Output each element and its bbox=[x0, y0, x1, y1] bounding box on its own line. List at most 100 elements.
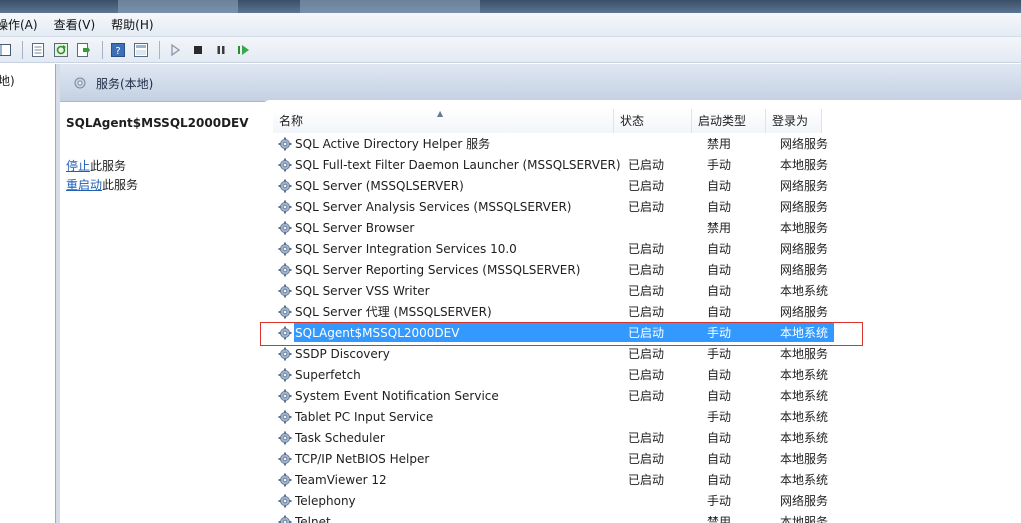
column-header-status[interactable]: 状态 bbox=[614, 109, 692, 133]
service-start-type: 自动 bbox=[707, 473, 732, 487]
service-row[interactable]: SQLAgent$MSSQL2000DEV 已启动 手动 本地系统 bbox=[262, 322, 1021, 343]
service-gear-icon bbox=[277, 304, 293, 320]
service-row[interactable]: Superfetch 已启动 自动 本地系统 bbox=[262, 364, 1021, 385]
svg-text:?: ? bbox=[115, 46, 120, 57]
service-name: Task Scheduler bbox=[295, 430, 385, 445]
service-start-type: 自动 bbox=[707, 179, 732, 193]
service-row[interactable]: TeamViewer 12 已启动 自动 本地系统 bbox=[262, 469, 1021, 490]
services-list: ▲ 名称 状态 启动类型 登录为 SQL Active Directory He… bbox=[262, 100, 1021, 523]
service-row[interactable]: Telephony 手动 网络服务 bbox=[262, 490, 1021, 511]
pause-service-button[interactable] bbox=[211, 40, 231, 60]
stop-link[interactable]: 停止 bbox=[66, 159, 90, 173]
service-row[interactable]: SQL Active Directory Helper 服务 禁用 网络服务 bbox=[262, 133, 1021, 154]
start-service-button[interactable] bbox=[165, 40, 185, 60]
service-logon-as: 本地系统 bbox=[780, 431, 829, 445]
column-header-status-label: 状态 bbox=[620, 114, 645, 128]
service-row[interactable]: System Event Notification Service 已启动 自动 本地… bbox=[262, 385, 1021, 406]
service-name: TCP/IP NetBIOS Helper bbox=[295, 451, 430, 466]
service-row[interactable]: SQL Server 代理 (MSSQLSERVER) 已启动 自动 网络服务 bbox=[262, 301, 1021, 322]
service-row[interactable]: Telnet 禁用 本地服务 bbox=[262, 511, 1021, 523]
service-name: SQL Full-text Filter Daemon Launcher (MS… bbox=[295, 157, 621, 172]
service-logon-as: 本地系统 bbox=[780, 473, 829, 487]
menu-view[interactable]: 查看(V) bbox=[46, 13, 104, 37]
view-button[interactable] bbox=[131, 40, 151, 60]
help-button[interactable]: ? bbox=[108, 40, 128, 60]
services-gear-icon bbox=[74, 77, 86, 89]
restart-service-button[interactable] bbox=[234, 40, 254, 60]
service-row[interactable]: Tablet PC Input Service 手动 本地系统 bbox=[262, 406, 1021, 427]
service-gear-icon bbox=[277, 241, 293, 257]
content-header: 服务(本地) bbox=[60, 64, 1021, 102]
titlebar-glow bbox=[300, 0, 480, 13]
service-status: 已启动 bbox=[628, 242, 665, 256]
service-name: SQL Server 代理 (MSSQLSERVER) bbox=[295, 305, 492, 319]
column-header-logon[interactable]: 登录为 bbox=[766, 109, 822, 133]
page-title: 服务(本地) bbox=[96, 77, 154, 91]
service-start-type: 手动 bbox=[707, 410, 732, 424]
stop-service-button[interactable] bbox=[188, 40, 208, 60]
tree-node-services-local[interactable]: 地) bbox=[0, 72, 15, 89]
show-hide-tree-button[interactable] bbox=[0, 40, 14, 60]
service-start-type: 禁用 bbox=[707, 221, 732, 235]
service-name: SSDP Discovery bbox=[295, 346, 390, 361]
toolbar-separator bbox=[159, 40, 160, 59]
service-name: SQL Server Integration Services 10.0 bbox=[295, 241, 517, 256]
service-row[interactable]: SQL Server VSS Writer 已启动 自动 本地系统 bbox=[262, 280, 1021, 301]
service-logon-as: 网络服务 bbox=[780, 179, 829, 193]
service-status: 已启动 bbox=[628, 431, 665, 445]
service-gear-icon bbox=[277, 493, 293, 509]
service-row[interactable]: SQL Server Analysis Services (MSSQLSERVE… bbox=[262, 196, 1021, 217]
refresh-button[interactable] bbox=[51, 40, 71, 60]
service-gear-icon bbox=[277, 262, 293, 278]
sort-ascending-icon: ▲ bbox=[437, 109, 444, 118]
menu-help[interactable]: 帮助(H) bbox=[103, 13, 161, 37]
service-logon-as: 网络服务 bbox=[780, 137, 829, 151]
service-name: SQL Server Browser bbox=[295, 220, 415, 235]
service-gear-icon bbox=[277, 346, 293, 362]
service-status: 已启动 bbox=[628, 179, 665, 193]
console-tree-pane: 地) bbox=[0, 64, 56, 523]
restart-link[interactable]: 重启动 bbox=[66, 178, 102, 192]
properties-icon bbox=[32, 42, 44, 57]
help-icon: ? bbox=[111, 42, 125, 57]
service-logon-as: 本地服务 bbox=[780, 515, 829, 523]
service-row[interactable]: SSDP Discovery 已启动 手动 本地服务 bbox=[262, 343, 1021, 364]
service-name: System Event Notification Service bbox=[295, 388, 499, 403]
services-rows: SQL Active Directory Helper 服务 禁用 网络服务 SQL … bbox=[262, 133, 1021, 523]
service-gear-icon bbox=[277, 367, 293, 383]
pause-icon bbox=[217, 45, 225, 54]
service-start-type: 自动 bbox=[707, 305, 732, 319]
service-logon-as: 本地系统 bbox=[780, 389, 829, 403]
service-gear-icon bbox=[277, 325, 293, 341]
export-list-button[interactable] bbox=[74, 40, 94, 60]
service-logon-as: 本地系统 bbox=[780, 368, 829, 382]
column-header-start-type[interactable]: 启动类型 bbox=[692, 109, 766, 133]
menu-action[interactable]: 操作(A) bbox=[0, 13, 46, 37]
service-name: TeamViewer 12 bbox=[295, 472, 387, 487]
properties-button[interactable] bbox=[28, 40, 48, 60]
export-icon bbox=[77, 42, 90, 57]
service-name: Telnet bbox=[295, 514, 331, 523]
service-row[interactable]: SQL Server Reporting Services (MSSQLSERV… bbox=[262, 259, 1021, 280]
titlebar-glow bbox=[118, 0, 238, 13]
column-header-logon-label: 登录为 bbox=[772, 114, 809, 128]
service-row[interactable]: Task Scheduler 已启动 自动 本地系统 bbox=[262, 427, 1021, 448]
service-row[interactable]: SQL Server (MSSQLSERVER) 已启动 自动 网络服务 bbox=[262, 175, 1021, 196]
service-name: SQL Server Analysis Services (MSSQLSERVE… bbox=[295, 199, 572, 214]
column-header-start-type-label: 启动类型 bbox=[698, 114, 747, 128]
stop-icon bbox=[194, 45, 202, 54]
service-row[interactable]: SQL Full-text Filter Daemon Launcher (MS… bbox=[262, 154, 1021, 175]
service-start-type: 自动 bbox=[707, 284, 732, 298]
service-row[interactable]: SQL Server Integration Services 10.0 已启动 自… bbox=[262, 238, 1021, 259]
column-header-name[interactable]: ▲ 名称 bbox=[273, 109, 614, 133]
service-gear-icon bbox=[277, 157, 293, 173]
service-gear-icon bbox=[277, 430, 293, 446]
service-start-type: 禁用 bbox=[707, 137, 732, 151]
service-row[interactable]: TCP/IP NetBIOS Helper 已启动 自动 本地服务 bbox=[262, 448, 1021, 469]
service-row[interactable]: SQL Server Browser 禁用 本地服务 bbox=[262, 217, 1021, 238]
service-start-type: 自动 bbox=[707, 368, 732, 382]
service-status: 已启动 bbox=[628, 263, 665, 277]
refresh-icon bbox=[54, 42, 68, 57]
list-header: ▲ 名称 状态 启动类型 登录为 bbox=[273, 109, 822, 133]
service-start-type: 手动 bbox=[707, 158, 732, 172]
